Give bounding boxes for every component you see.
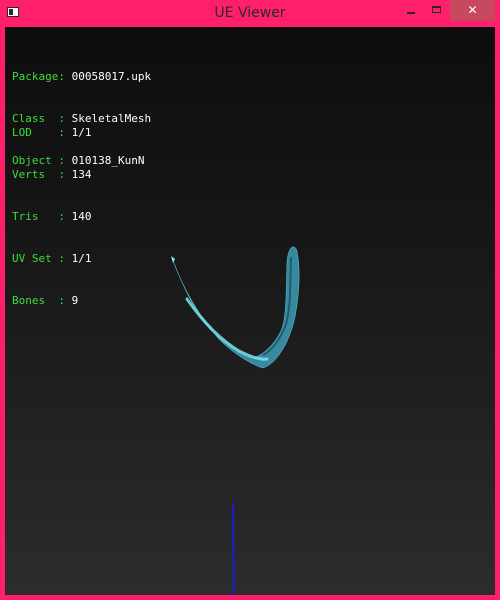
maximize-icon [432, 6, 441, 13]
mesh-tip [171, 256, 175, 263]
render-viewport[interactable]: Package: 00058017.upk Class : SkeletalMe… [5, 27, 495, 595]
info-row-tris: Tris : 140 [12, 210, 92, 223]
info-row-package: Package: 00058017.upk [12, 70, 152, 83]
info-row-verts: Verts : 134 [12, 168, 92, 181]
mesh-info-block: LOD : 1/1 Verts : 134 Tris : 140 UV Set … [12, 98, 91, 336]
minimize-button[interactable] [398, 0, 424, 21]
app-window: UE Viewer ✕ Package: 00058017.upk Class … [0, 0, 500, 600]
close-button[interactable]: ✕ [450, 0, 495, 21]
close-icon: ✕ [467, 3, 478, 17]
info-row-lod: LOD : 1/1 [12, 126, 92, 139]
mesh-highlight [185, 297, 269, 361]
title-bar[interactable]: UE Viewer ✕ [0, 0, 500, 27]
maximize-button[interactable] [424, 0, 450, 21]
axis-line [232, 502, 235, 595]
info-row-bones: Bones : 9 [12, 294, 79, 307]
info-row-uv-set: UV Set : 1/1 [12, 252, 92, 265]
minimize-icon [407, 12, 415, 14]
